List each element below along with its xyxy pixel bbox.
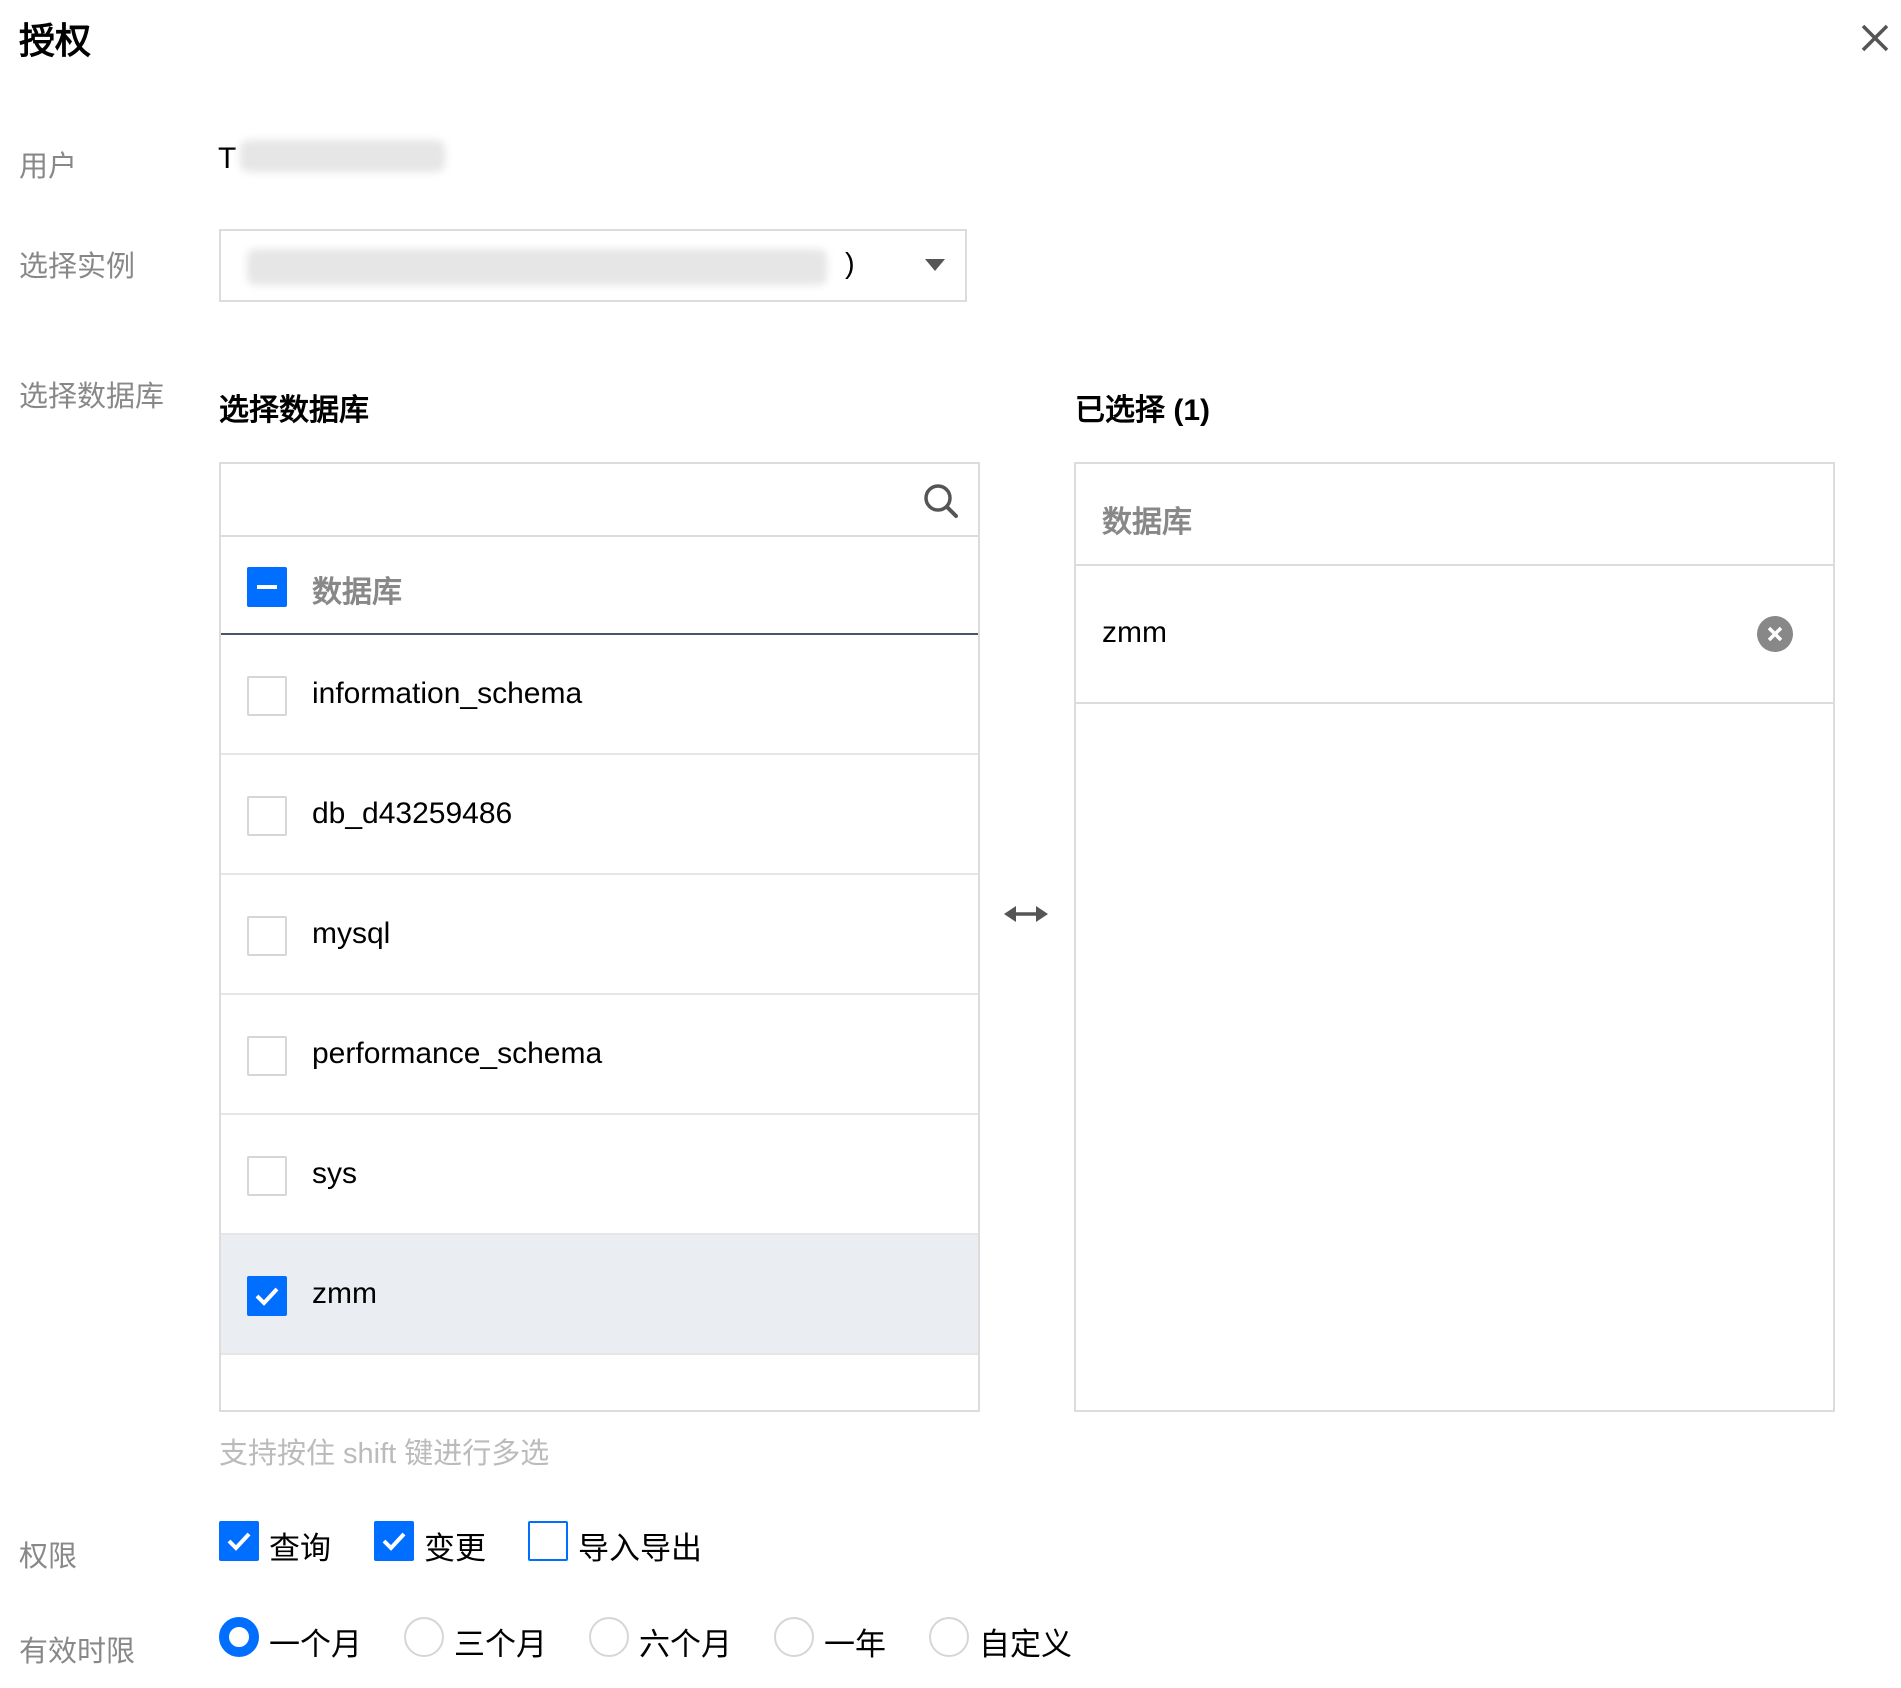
item-label: performance_schema (312, 1037, 603, 1070)
item-label: zmm (312, 1277, 377, 1310)
import-export-label: 导入导出 (578, 1531, 702, 1566)
transfer-arrows-icon (1004, 906, 1048, 922)
list-item[interactable]: performance_schema (221, 995, 978, 1115)
instance-select[interactable]: ) (219, 229, 967, 302)
target-panel: 数据库 zmm (1074, 462, 1835, 1412)
validity-option-label: 自定义 (979, 1627, 1072, 1662)
item-checkbox[interactable] (247, 676, 287, 716)
radio-button[interactable] (219, 1617, 259, 1657)
selected-item: zmm (1076, 566, 1833, 704)
remove-icon[interactable] (1757, 616, 1793, 652)
database-label: 选择数据库 (19, 381, 165, 413)
item-checkbox[interactable] (247, 916, 287, 956)
radio-button[interactable] (929, 1617, 969, 1657)
item-checkbox[interactable] (247, 1156, 287, 1196)
list-item[interactable]: db_d43259486 (221, 755, 978, 875)
validity-option-label: 六个月 (639, 1627, 732, 1662)
search-box (221, 464, 978, 537)
modify-checkbox[interactable] (374, 1521, 414, 1561)
chevron-down-icon (925, 259, 945, 271)
item-checkbox[interactable] (247, 1036, 287, 1076)
modify-label: 变更 (424, 1531, 486, 1566)
select-all-checkbox[interactable] (247, 567, 287, 607)
search-icon[interactable] (922, 482, 960, 520)
item-label: db_d43259486 (312, 797, 513, 830)
validity-option-label: 三个月 (454, 1627, 547, 1662)
validity-label: 有效时限 (19, 1636, 136, 1668)
radio-button[interactable] (774, 1617, 814, 1657)
redacted-user (240, 140, 445, 172)
check-icon (227, 1532, 251, 1551)
item-checkbox[interactable] (247, 1276, 287, 1316)
radio-button[interactable] (589, 1617, 629, 1657)
target-header: 数据库 (1076, 464, 1833, 566)
selected-item-label: zmm (1102, 616, 1167, 649)
target-header-label: 数据库 (1102, 506, 1192, 539)
instance-value: ) (845, 248, 855, 280)
close-icon[interactable] (1855, 18, 1895, 58)
list-item[interactable]: sys (221, 1115, 978, 1235)
redacted-instance (247, 249, 827, 285)
multi-select-hint: 支持按住 shift 键进行多选 (219, 1438, 550, 1470)
import-export-checkbox[interactable] (528, 1521, 568, 1561)
target-title: 已选择 (1) (1075, 394, 1210, 427)
item-label: sys (312, 1157, 357, 1190)
list-item[interactable]: mysql (221, 875, 978, 995)
item-checkbox[interactable] (247, 796, 287, 836)
list-item[interactable]: information_schema (221, 635, 978, 755)
source-title: 选择数据库 (219, 394, 369, 427)
source-panel: 数据库 information_schema db_d43259486 mysq… (219, 462, 980, 1412)
search-input[interactable] (221, 464, 881, 534)
check-icon (255, 1287, 279, 1306)
user-label: 用户 (19, 151, 78, 183)
check-icon (382, 1532, 406, 1551)
item-label: mysql (312, 917, 391, 950)
user-value: T (218, 142, 237, 175)
list-header: 数据库 (221, 537, 978, 635)
list-header-label: 数据库 (312, 576, 402, 609)
permission-label: 权限 (19, 1541, 78, 1573)
dialog-title: 授权 (19, 20, 92, 61)
validity-option-label: 一年 (824, 1627, 886, 1662)
instance-label: 选择实例 (19, 251, 136, 283)
query-label: 查询 (269, 1531, 331, 1566)
query-checkbox[interactable] (219, 1521, 259, 1561)
radio-button[interactable] (404, 1617, 444, 1657)
validity-option-label: 一个月 (269, 1627, 362, 1662)
item-label: information_schema (312, 677, 583, 710)
list-item[interactable]: zmm (221, 1235, 978, 1355)
